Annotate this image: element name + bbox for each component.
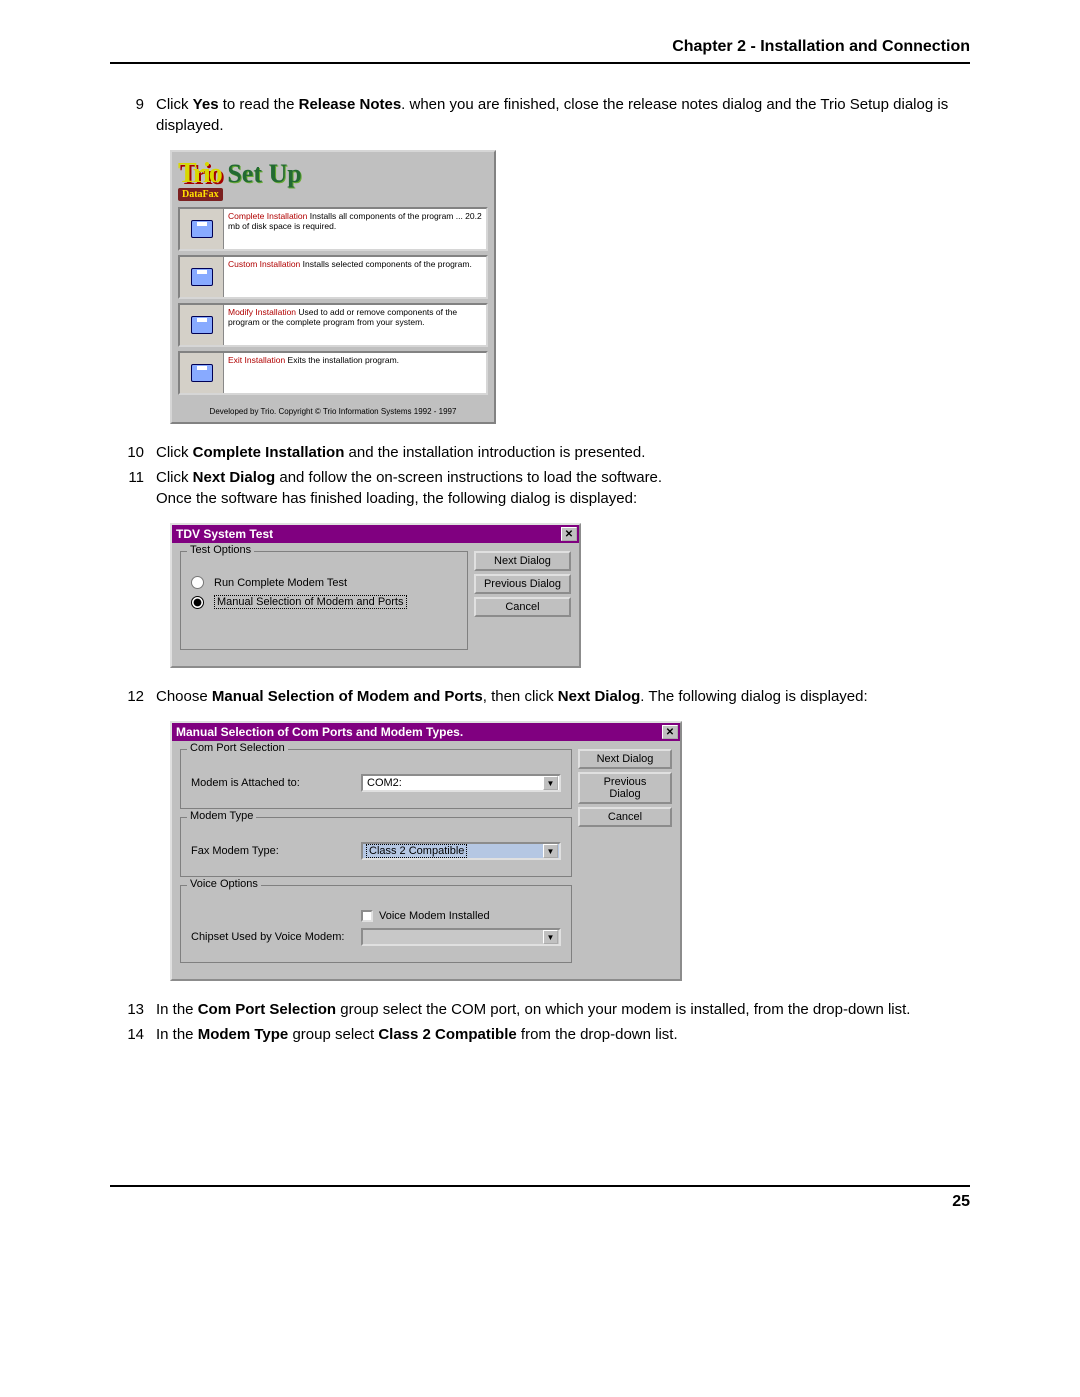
fax-modem-type-select[interactable]: Class 2 Compatible▼ xyxy=(361,842,561,860)
chevron-down-icon: ▼ xyxy=(543,930,558,944)
step-13-number: 13 xyxy=(110,999,156,1020)
step-14-text: In the Modem Type group select Class 2 C… xyxy=(156,1024,970,1045)
radio-run-complete-label: Run Complete Modem Test xyxy=(214,577,347,589)
trio-option-custom[interactable]: Custom Installation Installs selected co… xyxy=(178,255,488,299)
close-icon[interactable]: ✕ xyxy=(561,527,577,541)
voice-modem-installed-label: Voice Modem Installed xyxy=(379,910,490,922)
step-14-number: 14 xyxy=(110,1024,156,1045)
exit-icon xyxy=(191,364,213,382)
step-10-text: Click Complete Installation and the inst… xyxy=(156,442,970,463)
disk-icon xyxy=(191,268,213,286)
modem-attached-label: Modem is Attached to: xyxy=(191,777,361,789)
tdv-title: TDV System Test xyxy=(176,527,273,541)
modem-type-group-label: Modem Type xyxy=(187,810,256,822)
datafax-badge: DataFax xyxy=(178,188,223,201)
disk-icon xyxy=(191,316,213,334)
chipset-select[interactable]: ▼ xyxy=(361,928,561,946)
next-dialog-button[interactable]: Next Dialog xyxy=(578,749,672,769)
trio-setup-text: Set Up xyxy=(227,159,301,188)
header-rule xyxy=(110,62,970,64)
previous-dialog-button[interactable]: Previous Dialog xyxy=(474,574,571,594)
manual-selection-window: Manual Selection of Com Ports and Modem … xyxy=(170,721,682,981)
voice-modem-installed-checkbox[interactable] xyxy=(361,910,373,922)
step-11-number: 11 xyxy=(110,467,156,488)
step-11-text: Click Next Dialog and follow the on-scre… xyxy=(156,467,970,509)
step-9-text: Click Yes to read the Release Notes. whe… xyxy=(156,94,970,136)
chapter-header: Chapter 2 - Installation and Connection xyxy=(110,38,970,56)
manual-title: Manual Selection of Com Ports and Modem … xyxy=(176,725,463,739)
step-12-text: Choose Manual Selection of Modem and Por… xyxy=(156,686,970,707)
step-10-number: 10 xyxy=(110,442,156,463)
next-dialog-button[interactable]: Next Dialog xyxy=(474,551,571,571)
radio-manual-selection-label: Manual Selection of Modem and Ports xyxy=(214,595,407,609)
step-9-number: 9 xyxy=(110,94,156,115)
footer-rule xyxy=(110,1185,970,1187)
step-12-number: 12 xyxy=(110,686,156,707)
trio-logo-text: Trio xyxy=(178,158,221,189)
com-port-group-label: Com Port Selection xyxy=(187,742,288,754)
page-number: 25 xyxy=(110,1193,970,1211)
chipset-label: Chipset Used by Voice Modem: xyxy=(191,931,361,943)
disk-icon xyxy=(191,220,213,238)
chevron-down-icon: ▼ xyxy=(543,844,558,858)
fax-modem-type-label: Fax Modem Type: xyxy=(191,845,361,857)
close-icon[interactable]: ✕ xyxy=(662,725,678,739)
trio-header: Trio Set Up DataFax xyxy=(172,152,494,203)
chevron-down-icon: ▼ xyxy=(543,776,558,790)
cancel-button[interactable]: Cancel xyxy=(474,597,571,617)
radio-run-complete[interactable] xyxy=(191,576,204,589)
previous-dialog-button[interactable]: Previous Dialog xyxy=(578,772,672,804)
cancel-button[interactable]: Cancel xyxy=(578,807,672,827)
trio-setup-window: Trio Set Up DataFax Complete Installatio… xyxy=(170,150,496,424)
tdv-system-test-window: TDV System Test ✕ Test Options Run Compl… xyxy=(170,523,581,668)
step-13-text: In the Com Port Selection group select t… xyxy=(156,999,970,1020)
radio-manual-selection[interactable] xyxy=(191,596,204,609)
trio-option-exit[interactable]: Exit Installation Exits the installation… xyxy=(178,351,488,395)
com-port-select[interactable]: COM2:▼ xyxy=(361,774,561,792)
voice-options-group-label: Voice Options xyxy=(187,878,261,890)
trio-footer: Developed by Trio. Copyright © Trio Info… xyxy=(172,403,494,422)
trio-option-modify[interactable]: Modify Installation Used to add or remov… xyxy=(178,303,488,347)
tdv-group-label: Test Options xyxy=(187,544,254,556)
trio-option-complete[interactable]: Complete Installation Installs all compo… xyxy=(178,207,488,251)
